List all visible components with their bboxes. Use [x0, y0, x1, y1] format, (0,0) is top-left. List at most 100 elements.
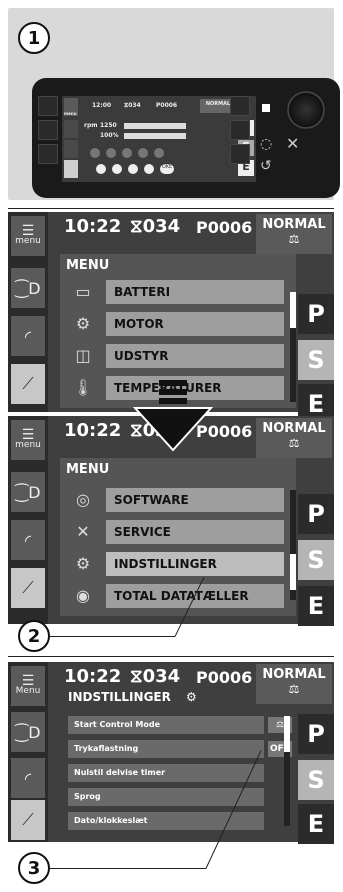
light-button[interactable]: ⁐D [11, 268, 45, 308]
divider [8, 656, 334, 657]
s-button[interactable]: S [298, 540, 334, 580]
hour-meter: ⧖034 [130, 216, 181, 237]
rpm-bar [124, 123, 186, 129]
function-button[interactable]: ⟋ [11, 364, 45, 404]
mode-label: NORMAL [262, 217, 326, 232]
p-button[interactable]: P [298, 294, 334, 334]
s-button[interactable]: S [298, 340, 334, 380]
figure: 1 menu 12:00 ⧖034 P0006 NORMAL rpm 1250 … [0, 0, 343, 892]
p-button[interactable]: P [298, 494, 334, 534]
function-button[interactable]: ⟋ [11, 800, 45, 840]
s-button[interactable]: S [298, 760, 334, 800]
e-button[interactable]: E [298, 586, 334, 626]
wiper-button[interactable]: ◜ [11, 758, 45, 798]
device-right-button-1[interactable] [230, 96, 250, 116]
function-icon: ⟋ [22, 374, 34, 393]
clock: 10:22 [64, 666, 122, 687]
gears-icon: ⚙ [75, 553, 91, 573]
indicator-icon [106, 148, 116, 158]
device-right-button-2[interactable] [230, 120, 250, 140]
totalcounter-icon: ◉ [76, 585, 90, 605]
side-button-column: ☰ Menu ⁐D ◜ ⟋ [8, 662, 48, 842]
circle-icon[interactable]: ◌ [260, 136, 272, 152]
control-panel: menu 12:00 ⧖034 P0006 NORMAL rpm 1250 10… [32, 78, 340, 198]
settings-title: INDSTILLINGER [68, 690, 171, 704]
device-indicator-row-1 [90, 148, 190, 160]
menu-item-batteri[interactable]: BATTERI [106, 280, 284, 304]
scrollbar[interactable] [290, 490, 296, 600]
clock: 10:22 [64, 420, 122, 441]
setting-start-control-mode[interactable]: Start Control Mode [68, 716, 264, 734]
side-button-column: ☰ menu ⁐D ◜ ⟋ [8, 212, 48, 412]
device-indicator-row-2: OKE [96, 164, 206, 176]
setting-nulstil-delvise-timer[interactable]: Nulstil delvise timer [68, 764, 264, 782]
scrollbar[interactable] [284, 716, 290, 826]
menu-item-udstyr[interactable]: UDSTYR [106, 344, 284, 368]
back-icon[interactable]: ↺ [260, 158, 272, 174]
device-battery-value: 100% [100, 132, 119, 139]
engine-icon: ⚙ [75, 313, 91, 333]
device-active-button[interactable] [64, 160, 78, 178]
battery-bar [124, 133, 186, 139]
device-left-button-2[interactable] [38, 120, 58, 140]
setting-trykaflastning[interactable]: Trykaflastning [68, 740, 264, 758]
indicator-icon [144, 164, 154, 174]
wiper-icon: ◜ [24, 768, 32, 788]
close-icon[interactable]: ✕ [286, 134, 299, 153]
device-right-button-3[interactable] [230, 144, 250, 164]
menu-button[interactable]: ☰ menu [11, 420, 45, 460]
light-button[interactable]: ⁐D [11, 472, 45, 512]
side-button-column: ☰ menu ⁐D ◜ ⟋ [8, 416, 48, 624]
settings-screen: ☰ Menu ⁐D ◜ ⟋ 10:22 ⧖034 P0006 NORMAL ⚖ … [8, 662, 334, 844]
indicator-icon [154, 148, 164, 158]
indicator-icon [138, 148, 148, 158]
device-rpm-label: rpm [84, 122, 98, 129]
function-icon: ⟋ [22, 810, 34, 829]
device-wiper-button[interactable] [64, 140, 78, 158]
scale-icon: ⚖ [288, 682, 300, 696]
menu-title: MENU [66, 258, 110, 273]
scrollbar-thumb[interactable] [284, 716, 290, 752]
menu-item-indstillinger[interactable]: INDSTILLINGER [106, 552, 284, 576]
device-rpm-value: 1250 [100, 122, 117, 129]
device-overview: 1 menu 12:00 ⧖034 P0006 NORMAL rpm 1250 … [8, 8, 340, 200]
hamburger-icon: ☰ [21, 223, 35, 239]
hamburger-icon: ☰ [21, 427, 35, 443]
menu-button[interactable]: ☰ Menu [11, 666, 45, 706]
scrollbar-thumb[interactable] [290, 554, 296, 590]
wiper-icon: ◜ [24, 326, 32, 346]
device-left-button-1[interactable] [38, 96, 58, 116]
headlight-icon: ⁐D [15, 482, 41, 502]
mode-indicator: NORMAL ⚖ [256, 214, 332, 254]
scrollbar[interactable] [290, 292, 296, 402]
menu-item-service[interactable]: SERVICE [106, 520, 284, 544]
mode-indicator: NORMAL ⚖ [256, 664, 332, 704]
callout-2: 2 [18, 620, 50, 652]
device-menu-label: menu [64, 111, 77, 116]
menu-button[interactable]: ☰ menu [11, 216, 45, 256]
menu-button-label: menu [15, 236, 41, 246]
counter: P0006 [196, 668, 253, 687]
function-button[interactable]: ⟋ [11, 568, 45, 608]
scrollbar-thumb[interactable] [290, 292, 296, 328]
wiper-button[interactable]: ◜ [11, 316, 45, 356]
menu-item-software[interactable]: SOFTWARE [106, 488, 284, 512]
scale-icon: ⚖ [288, 436, 300, 450]
function-icon: ⟋ [22, 578, 34, 597]
e-button[interactable]: E [298, 804, 334, 844]
clock: 10:22 [64, 216, 122, 237]
device-light-button[interactable] [64, 120, 78, 138]
rotary-knob[interactable] [286, 90, 326, 130]
callout-1: 1 [18, 22, 50, 54]
p-button[interactable]: P [298, 714, 334, 754]
arrow-down-icon [133, 380, 213, 452]
scale-icon: ⚖ [288, 232, 300, 246]
setting-dato-klokkeslaet[interactable]: Dato/klokkeslæt [68, 812, 264, 830]
callout-3: 3 [18, 852, 50, 884]
light-button[interactable]: ⁐D [11, 712, 45, 752]
menu-box: MENU ◎ SOFTWARE ✕ SERVICE ⚙ INDSTILLINGE… [60, 458, 296, 616]
menu-button-label: menu [15, 440, 41, 450]
device-left-button-3[interactable] [38, 144, 58, 164]
menu-item-motor[interactable]: MOTOR [106, 312, 284, 336]
wiper-button[interactable]: ◜ [11, 520, 45, 560]
